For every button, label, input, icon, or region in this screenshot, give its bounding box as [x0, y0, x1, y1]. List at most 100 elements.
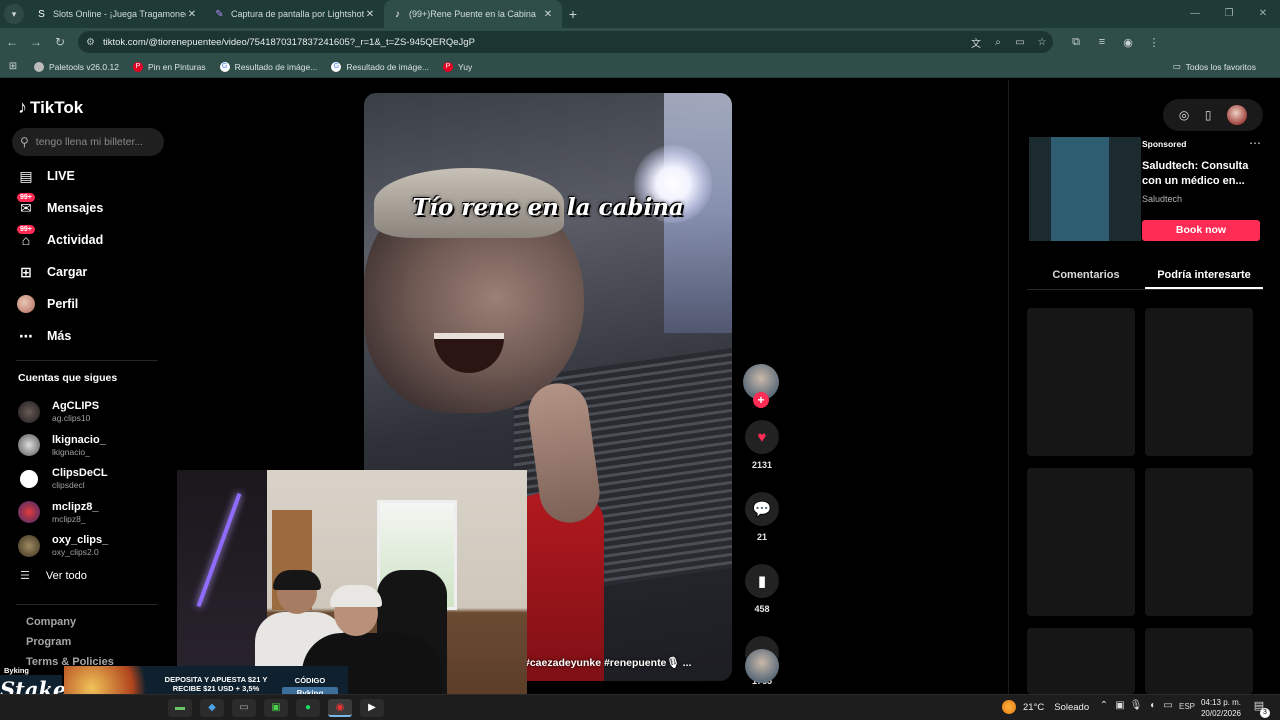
- suggestion-thumb[interactable]: [1027, 468, 1135, 616]
- back-icon[interactable]: ←: [0, 35, 24, 49]
- next-video-avatar[interactable]: [745, 649, 779, 683]
- book-now-button[interactable]: Book now: [1142, 220, 1260, 241]
- extensions-icon[interactable]: ⧉: [1063, 36, 1089, 49]
- tray-app-icon[interactable]: ▣: [1112, 700, 1128, 711]
- nav-upload[interactable]: ⊞ Cargar: [16, 256, 103, 288]
- browser-menu-icon[interactable]: ⋮: [1141, 36, 1167, 49]
- app-icon[interactable]: ▬: [168, 699, 192, 717]
- account-handle: clipsdecl: [52, 480, 85, 491]
- see-all-link[interactable]: ☰ Ver todo: [20, 569, 87, 583]
- footer-link-program[interactable]: Program: [26, 636, 71, 648]
- new-tab-icon[interactable]: +: [562, 6, 584, 22]
- notifications-icon[interactable]: ▤ 3: [1250, 699, 1270, 718]
- app-icon[interactable]: ◆: [200, 699, 224, 717]
- suggestion-thumb[interactable]: [1027, 308, 1135, 456]
- suggestion-thumb[interactable]: [1145, 308, 1253, 456]
- url-field[interactable]: ⚙ tiktok.com/@tiorenepuentee/video/75418…: [78, 31, 1053, 53]
- nav-messages[interactable]: ✉ 99+ Mensajes: [16, 192, 103, 224]
- user-avatar[interactable]: [1227, 105, 1248, 125]
- nav-live[interactable]: ▤ LIVE: [16, 160, 103, 192]
- video-hashtags[interactable]: #caezadeyunke #renepuente🎙 ...: [524, 656, 691, 669]
- reading-list-icon[interactable]: ≡: [1089, 36, 1115, 49]
- close-window-icon[interactable]: ✕: [1246, 0, 1280, 28]
- close-tab-icon[interactable]: ✕: [186, 9, 198, 20]
- like-action[interactable]: ♥ 2131: [743, 420, 781, 470]
- zoom-icon[interactable]: ⌕: [987, 37, 1009, 48]
- weather-widget[interactable]: 21°C Soleado: [1002, 700, 1089, 714]
- window-controls: — ❐ ✕: [1178, 0, 1280, 28]
- suggestion-thumb[interactable]: [1145, 628, 1253, 694]
- comment-count: 21: [756, 532, 767, 542]
- following-account[interactable]: oxy_clips_ oxy_clips2.0: [18, 529, 108, 563]
- tiktok-logo[interactable]: ♪ TikTok: [18, 97, 83, 118]
- ad-thumbnail[interactable]: [1029, 137, 1141, 241]
- restore-icon[interactable]: ❐: [1212, 0, 1246, 28]
- following-title: Cuentas que sigues: [18, 372, 118, 384]
- creator-avatar[interactable]: +: [743, 364, 779, 408]
- suggestion-thumb[interactable]: [1145, 468, 1253, 616]
- bookmark-item[interactable]: P Pin en Pinturas: [132, 61, 206, 72]
- all-bookmarks[interactable]: ▭ Todos los favoritos: [1173, 61, 1256, 72]
- site-info-icon[interactable]: ⚙: [86, 37, 95, 48]
- taskbar-apps: ▬ ◆ ▭ ▣ ● ◉ ▶: [168, 699, 392, 717]
- bookmark-item[interactable]: G Resultado de imáge...: [331, 61, 429, 72]
- forward-icon[interactable]: →: [24, 35, 48, 49]
- close-tab-icon[interactable]: ✕: [542, 9, 554, 20]
- browser-tab[interactable]: ✎ Captura de pantalla por Lightshot ✕: [206, 0, 384, 28]
- tab-search-icon[interactable]: ▾: [4, 4, 24, 24]
- microphone-icon[interactable]: 🎙: [1128, 700, 1144, 711]
- nav-more[interactable]: ⋯ Más: [16, 320, 103, 352]
- heart-icon[interactable]: ♥: [745, 420, 779, 454]
- following-account[interactable]: AgCLIPS ag.clips10: [18, 395, 108, 429]
- save-action[interactable]: ▮ 458: [743, 564, 781, 614]
- account-name: ClipsDeCL: [52, 467, 108, 480]
- cast-icon[interactable]: ▭: [1009, 37, 1031, 48]
- right-panel: ◎ ▯ Sponsored ⋯ Saludtech: Consulta con …: [1008, 80, 1280, 694]
- browser-tab[interactable]: S Slots Online - ¡Juega Tragamonedas ✕: [28, 0, 206, 28]
- volume-icon[interactable]: ◖: [1144, 700, 1160, 711]
- live-icon: ▤: [19, 167, 33, 184]
- chevron-up-icon[interactable]: ⌃: [1096, 700, 1112, 711]
- network-icon[interactable]: ▭: [1160, 700, 1176, 711]
- bookmark-icon[interactable]: ▮: [745, 564, 779, 598]
- search-input[interactable]: ⚲ tengo llena mi billeter...: [12, 128, 164, 156]
- following-account[interactable]: ClipsDeCL clipsdecl: [18, 462, 108, 496]
- following-account[interactable]: mclipz8_ mclipz8_: [18, 496, 108, 530]
- bookmark-item[interactable]: P Yuy: [443, 61, 472, 72]
- tab-you-may-like[interactable]: Podría interesarte: [1145, 262, 1263, 289]
- browser-tab-active[interactable]: ♪ (99+)Rene Puente en la Cabina ✕: [384, 0, 562, 28]
- app-icon[interactable]: ▭: [232, 699, 256, 717]
- nav-profile[interactable]: Perfil: [16, 288, 103, 320]
- apps-icon[interactable]: ⊞: [0, 61, 26, 72]
- device-icon[interactable]: ▯: [1205, 108, 1212, 122]
- minimize-icon[interactable]: —: [1178, 0, 1212, 28]
- chrome-icon[interactable]: ◉: [328, 699, 352, 717]
- bookmarks-bar: ⊞ Paletools v26.0.12 P Pin en Pinturas G…: [0, 56, 1280, 78]
- footer-link-company[interactable]: Company: [26, 616, 76, 628]
- media-app-icon[interactable]: ▶: [360, 699, 384, 717]
- account-name: lkignacio_: [52, 433, 106, 446]
- close-tab-icon[interactable]: ✕: [364, 9, 376, 20]
- profile-icon[interactable]: ◉: [1115, 36, 1141, 49]
- url-text: tiktok.com/@tiorenepuentee/video/7541870…: [102, 36, 475, 48]
- bookmark-item[interactable]: G Resultado de imáge...: [219, 61, 317, 72]
- translate-icon[interactable]: 文: [965, 35, 987, 50]
- follow-plus-icon[interactable]: +: [753, 392, 769, 408]
- tab-comments[interactable]: Comentarios: [1027, 262, 1145, 289]
- language-indicator[interactable]: ESP: [1179, 702, 1195, 711]
- comment-action[interactable]: 💬 21: [743, 492, 781, 542]
- clock[interactable]: 04:13 p. m. 20/02/2026: [1200, 697, 1242, 719]
- bookmark-item[interactable]: Paletools v26.0.12: [34, 61, 119, 72]
- nav-activity[interactable]: ⌂ 99+ Actividad: [16, 224, 103, 256]
- pinterest-icon: P: [443, 61, 454, 72]
- app-icon[interactable]: ▣: [264, 699, 288, 717]
- ad-more-icon[interactable]: ⋯: [1249, 136, 1261, 150]
- bookmark-star-icon[interactable]: ☆: [1031, 37, 1053, 48]
- spotify-icon[interactable]: ●: [296, 699, 320, 717]
- explore-icon[interactable]: ◎: [1179, 108, 1189, 122]
- ad-title[interactable]: Saludtech: Consulta con un médico en...: [1142, 159, 1262, 189]
- suggestion-thumb[interactable]: [1027, 628, 1135, 694]
- reload-icon[interactable]: ↻: [48, 35, 72, 49]
- following-account[interactable]: lkignacio_ lkignacio_: [18, 429, 108, 463]
- comment-icon[interactable]: 💬: [745, 492, 779, 526]
